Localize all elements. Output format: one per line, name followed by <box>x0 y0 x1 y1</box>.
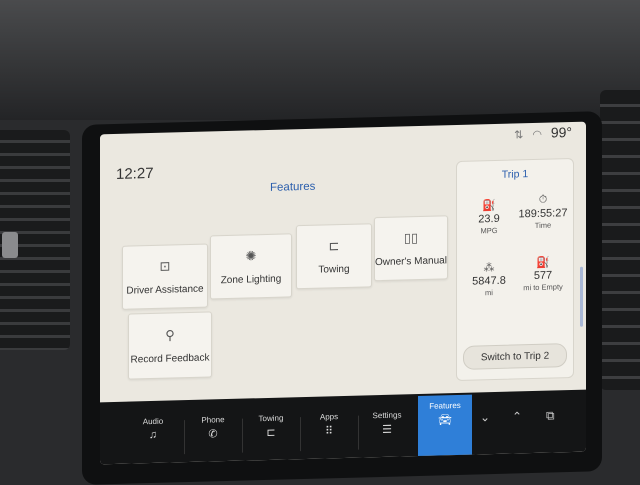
divider <box>358 415 359 450</box>
dock-label: Apps <box>319 412 339 422</box>
tile-label: Driver Assistance <box>126 283 204 297</box>
towing-tile[interactable]: ⊏ Towing <box>296 223 372 290</box>
trip-title: Trip 1 <box>501 168 529 181</box>
infotainment-screen: ⇅ ◠ 99° 12:27 Features ⊡ Driver Assistan… <box>100 121 586 465</box>
trailer-icon: ⊏ <box>328 237 340 253</box>
sliders-icon: ☰ <box>382 423 392 436</box>
divider <box>300 417 301 452</box>
stat-label: mi to Empty <box>523 282 563 293</box>
chevron-up-icon[interactable]: ⌃ <box>512 409 522 423</box>
stat-label: Time <box>534 220 552 230</box>
range-stat: ⛽ 577 mi to Empty <box>515 255 571 293</box>
chevron-down-icon[interactable]: ⌄ <box>480 410 490 424</box>
vent-knob <box>2 232 18 258</box>
distance-stat: ⁂ 5847.8 mi <box>461 260 517 297</box>
stat-value: 189:55:27 <box>518 207 568 221</box>
tile-label: Towing <box>318 263 350 276</box>
stat-label: MPG <box>480 225 498 236</box>
fuel-pump-icon: ⛽ <box>536 256 550 269</box>
status-icons: ⇅ ◠ <box>514 128 542 142</box>
stat-value: 577 <box>533 269 553 283</box>
right-air-vent <box>600 90 640 390</box>
stat-label: mi <box>485 288 493 298</box>
divider <box>184 420 185 455</box>
dock-apps[interactable]: Apps ⠿ <box>302 406 356 459</box>
clock: 12:27 <box>116 164 154 183</box>
owners-manual-tile[interactable]: ▯▯ Owner's Manual <box>374 215 448 282</box>
dock-settings[interactable]: Settings ☰ <box>360 404 414 457</box>
stopwatch-icon: ⏱ <box>538 193 548 206</box>
mpg-stat: ⛽ 23.9 MPG <box>461 198 517 235</box>
grid-icon: ⠿ <box>324 425 334 438</box>
dock-label: Towing <box>258 413 284 424</box>
zone-lighting-icon: ✺ <box>245 247 257 264</box>
dock-towing[interactable]: Towing ⊏ <box>244 407 298 460</box>
tile-label: Owner's Manual <box>375 254 447 268</box>
dock-features[interactable]: Features 🚘︎ <box>418 394 472 457</box>
driver-assist-icon: ⊡ <box>159 258 171 274</box>
dock-label: Settings <box>372 410 402 421</box>
record-feedback-tile[interactable]: ⚲ Record Feedback <box>128 311 212 380</box>
dock-label: Phone <box>201 415 225 425</box>
tile-label: Record Feedback <box>130 351 210 366</box>
page-title: Features <box>270 180 316 194</box>
time-stat: ⏱ 189:55:27 Time <box>515 193 571 230</box>
signal-icon: ⇅ <box>514 129 524 142</box>
divider <box>242 418 243 453</box>
dock-audio[interactable]: Audio ♫ <box>126 410 180 463</box>
zone-lighting-tile[interactable]: ✺ Zone Lighting <box>210 233 292 300</box>
book-icon: ▯▯ <box>403 229 419 245</box>
dock-label: Features <box>429 400 461 411</box>
dock-phone[interactable]: Phone ✆ <box>186 409 240 462</box>
stat-value: 5847.8 <box>472 274 506 288</box>
microphone-icon: ⚲ <box>165 326 175 343</box>
driver-assistance-tile[interactable]: ⊡ Driver Assistance <box>122 243 208 310</box>
dock-label: Audio <box>142 416 164 427</box>
road-icon: ⁂ <box>483 262 495 275</box>
fuel-icon: ⛽ <box>482 199 496 213</box>
dashboard-top <box>0 0 640 120</box>
tile-label: Zone Lighting <box>220 273 282 286</box>
car-icon: 🚘︎ <box>438 414 452 427</box>
music-note-icon: ♫ <box>148 428 158 442</box>
switch-trip-button[interactable]: Switch to Trip 2 <box>463 343 567 370</box>
trailer-icon: ⊏ <box>266 426 276 440</box>
outside-temperature: 99° <box>550 124 572 141</box>
scroll-indicator[interactable] <box>580 266 583 327</box>
stat-value: 23.9 <box>478 212 500 226</box>
bottom-dock: Audio ♫ Phone ✆ Towing ⊏ Apps ⠿ Settings… <box>100 389 586 465</box>
wifi-icon: ◠ <box>532 128 542 142</box>
windows-icon[interactable]: ⧉ <box>546 408 555 423</box>
trip-panel: Trip 1 ⛽ 23.9 MPG ⏱ 189:55:27 Time ⁂ 584… <box>456 157 583 382</box>
phone-icon: ✆ <box>208 428 218 441</box>
